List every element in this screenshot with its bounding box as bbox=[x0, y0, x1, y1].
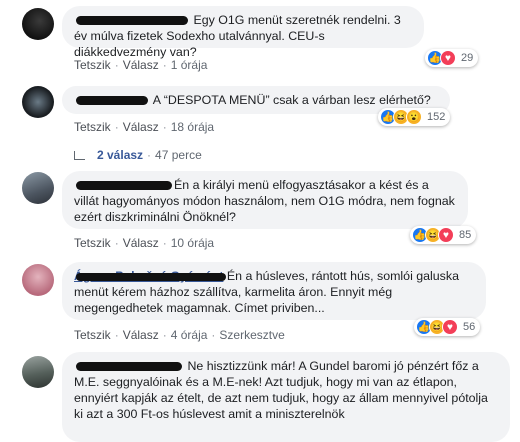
author-name[interactable] bbox=[74, 359, 184, 373]
like-button[interactable]: Tetszik bbox=[74, 58, 111, 72]
reply-button[interactable]: Válasz bbox=[123, 120, 159, 134]
avatar[interactable] bbox=[22, 264, 54, 296]
comment-actions: Tetszik · Válasz · 4 órája · Szerkesztve bbox=[74, 328, 285, 342]
comment-bubble: Ágnes Pobožné Gyémánt Én a húsleves, rán… bbox=[62, 262, 486, 320]
replies-link[interactable]: 2 válasz · 47 perce bbox=[74, 148, 202, 162]
timestamp[interactable]: 18 órája bbox=[171, 120, 214, 134]
like-button[interactable]: Tetszik bbox=[74, 236, 111, 250]
reaction-summary[interactable]: 👍 ♥ 29 bbox=[425, 49, 479, 67]
author-name[interactable] bbox=[74, 13, 190, 27]
avatar[interactable] bbox=[22, 8, 54, 40]
comment-bubble: Ne hisztizzünk már! A Gundel baromi jó p… bbox=[62, 352, 510, 442]
reaction-summary[interactable]: 👍 😆 ♥ 85 bbox=[410, 226, 477, 244]
timestamp[interactable]: 1 órája bbox=[171, 58, 208, 72]
avatar[interactable] bbox=[22, 356, 54, 388]
heart-icon: ♥ bbox=[442, 319, 458, 335]
comment-bubble: Egy O1G menüt szeretnék rendelni. 3 év m… bbox=[62, 6, 424, 59]
reply-button[interactable]: Válasz bbox=[123, 236, 159, 250]
reaction-summary[interactable]: 👍 😆 ♥ 56 bbox=[414, 318, 481, 336]
reply-arrow-icon bbox=[74, 150, 85, 160]
avatar[interactable] bbox=[22, 86, 54, 118]
replies-count[interactable]: 2 válasz bbox=[97, 148, 143, 162]
reply-button[interactable]: Válasz bbox=[123, 328, 159, 342]
heart-icon: ♥ bbox=[438, 227, 454, 243]
reaction-count: 85 bbox=[459, 229, 472, 241]
replies-time: 47 perce bbox=[155, 148, 202, 162]
heart-icon: ♥ bbox=[440, 50, 456, 66]
timestamp[interactable]: 4 órája bbox=[171, 328, 208, 342]
like-button[interactable]: Tetszik bbox=[74, 328, 111, 342]
reaction-count: 56 bbox=[463, 321, 476, 333]
author-name[interactable] bbox=[74, 93, 150, 107]
author-name[interactable] bbox=[74, 178, 174, 192]
avatar[interactable] bbox=[22, 172, 54, 204]
comment-bubble: Én a királyi menü elfogyasztásakor a kés… bbox=[62, 171, 468, 229]
comment-text: A “DESPOTA MENÜ” csak a várban lesz elér… bbox=[152, 93, 431, 107]
comment-actions: Tetszik · Válasz · 10 órája bbox=[74, 236, 215, 250]
like-button[interactable]: Tetszik bbox=[74, 120, 111, 134]
comment-actions: Tetszik · Válasz · 18 órája bbox=[74, 120, 215, 134]
edited-label[interactable]: Szerkesztve bbox=[219, 328, 284, 342]
wow-icon: 😮 bbox=[406, 109, 422, 125]
comment-actions: Tetszik · Válasz · 1 órája bbox=[74, 58, 208, 72]
author-name[interactable]: Ágnes Pobožné Gyémánt bbox=[74, 269, 227, 283]
reaction-count: 152 bbox=[427, 111, 446, 123]
reaction-count: 29 bbox=[461, 52, 474, 64]
reply-button[interactable]: Válasz bbox=[123, 58, 159, 72]
timestamp[interactable]: 10 órája bbox=[171, 236, 214, 250]
reaction-summary[interactable]: 👍 😆 😮 152 bbox=[378, 108, 451, 126]
